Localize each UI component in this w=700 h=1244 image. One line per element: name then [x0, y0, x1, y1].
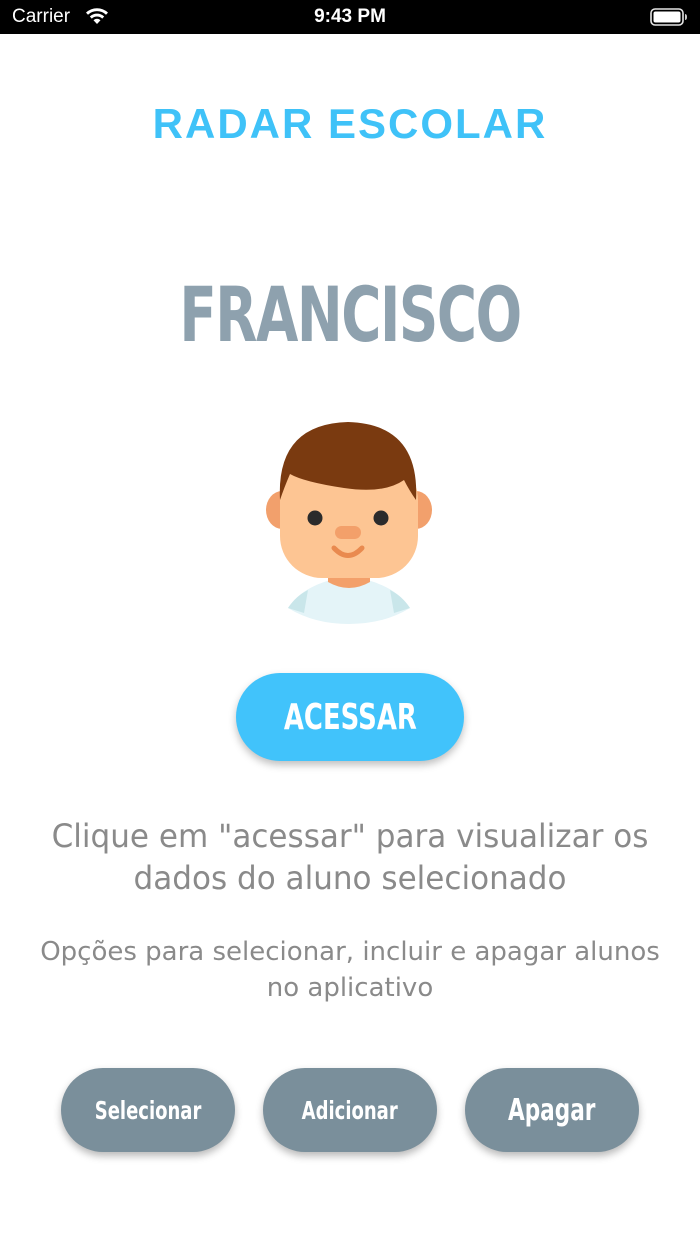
battery-icon	[650, 8, 687, 26]
access-button-label: ACESSAR	[283, 696, 417, 738]
status-time: 9:43 PM	[314, 6, 386, 27]
add-button[interactable]: Adicionar	[263, 1068, 437, 1152]
boy-avatar-icon	[266, 422, 432, 624]
select-button-label: Selecionar	[94, 1095, 202, 1125]
delete-button-label: Apagar	[508, 1092, 596, 1128]
app-title: RADAR ESCOLAR	[152, 100, 548, 147]
select-button[interactable]: Selecionar	[61, 1068, 235, 1152]
access-button[interactable]: ACESSAR	[236, 673, 464, 761]
delete-button[interactable]: Apagar	[465, 1068, 639, 1152]
status-bar: Carrier 9:43 PM	[0, 0, 700, 34]
access-hint-text: Clique em "acessar" para visualizar os d…	[51, 817, 649, 897]
options-hint-text: Opções para selecionar, incluir e apagar…	[40, 937, 660, 1003]
student-name: FRANCISCO	[179, 270, 522, 359]
add-button-label: Adicionar	[301, 1095, 399, 1125]
